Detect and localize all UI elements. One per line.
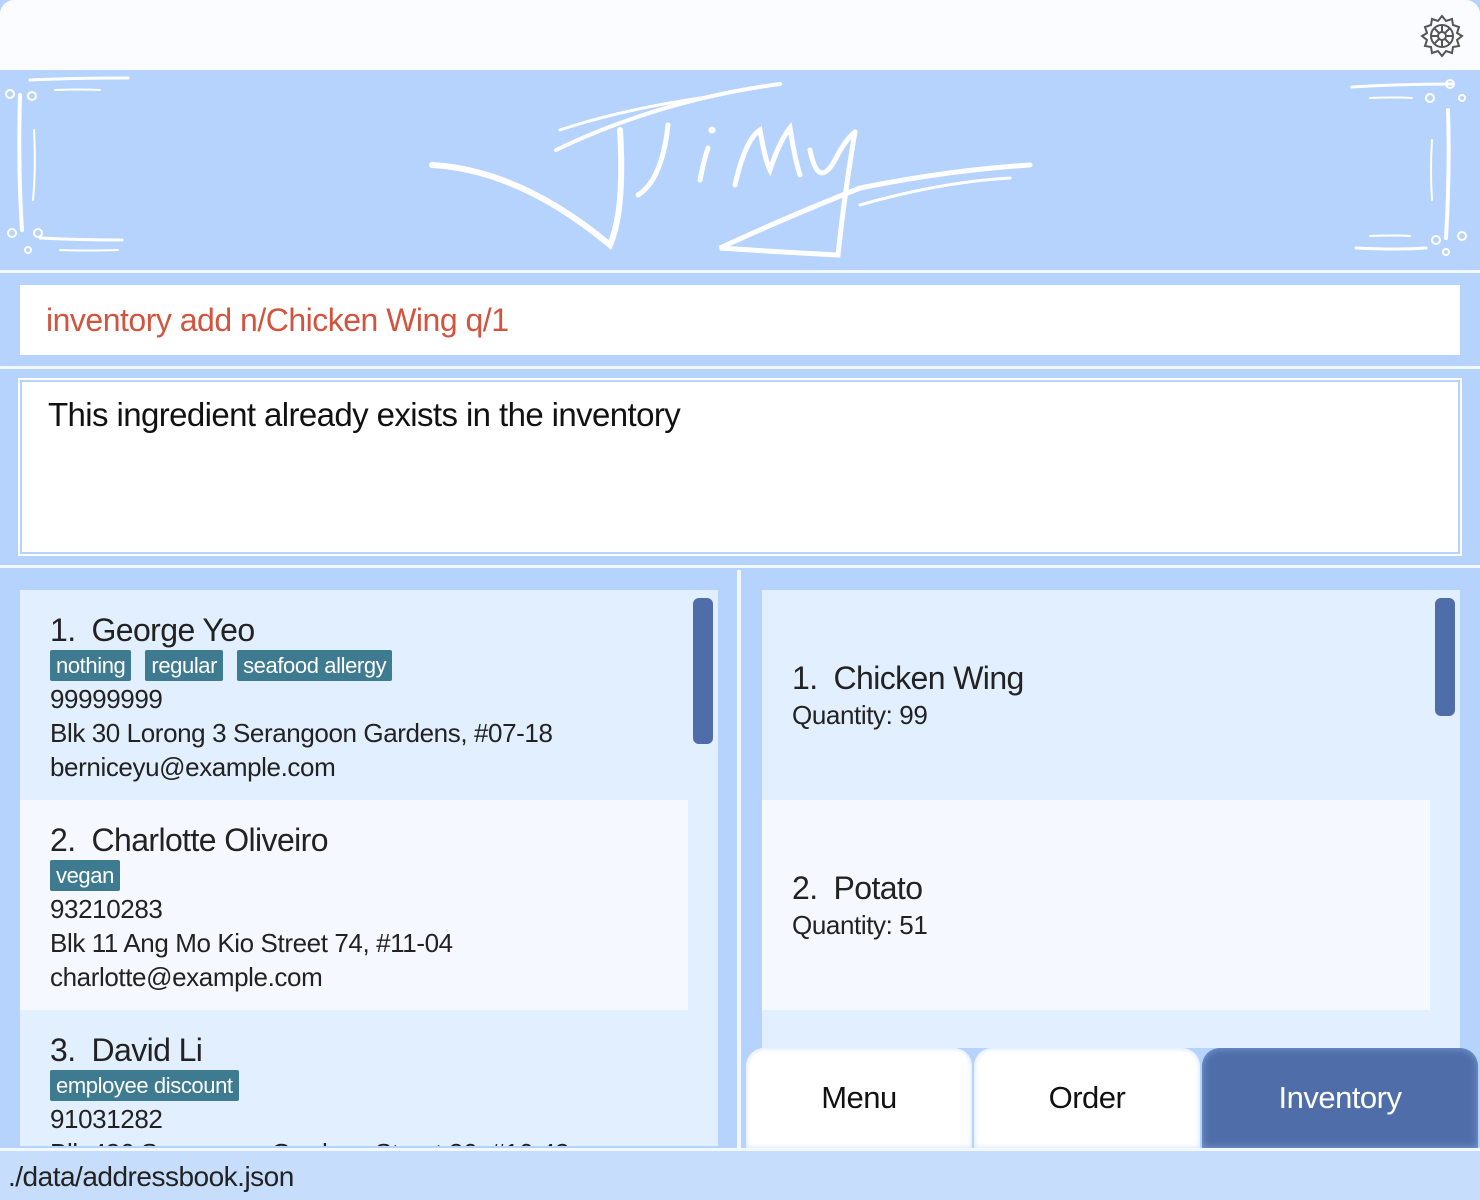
customer-name: Charlotte Oliveiro (91, 822, 329, 858)
customer-tag: vegan (50, 860, 120, 891)
status-bar: ./data/addressbook.json (0, 1148, 1480, 1200)
customer-email: charlotte@example.com (50, 962, 323, 992)
panel-divider (737, 570, 741, 1148)
customer-phone: 91031282 (50, 1104, 163, 1134)
divider (0, 366, 1480, 369)
tab-menu[interactable]: Menu (746, 1048, 972, 1148)
scroll-thumb[interactable] (1435, 598, 1455, 716)
inventory-card[interactable] (762, 1010, 1430, 1048)
logo-banner (0, 70, 1480, 270)
gear-icon (1420, 14, 1464, 58)
customer-address: Blk 11 Ang Mo Kio Street 74, #11-04 (50, 928, 453, 958)
divider (0, 270, 1480, 273)
customer-tag: nothing (50, 650, 132, 681)
customer-tag: employee discount (50, 1070, 239, 1101)
customer-index: 1. (50, 612, 76, 648)
inventory-list-scrollbar[interactable] (1430, 590, 1460, 1048)
result-display[interactable]: This ingredient already exists in the in… (18, 378, 1462, 556)
customer-name: David Li (91, 1032, 203, 1068)
command-input[interactable] (20, 285, 1460, 355)
customer-address: Blk 30 Lorong 3 Serangoon Gardens, #07-1… (50, 718, 553, 748)
inventory-name: Chicken Wing (833, 660, 1025, 696)
save-file-path: ./data/addressbook.json (8, 1161, 294, 1192)
customer-email: berniceyu@example.com (50, 752, 336, 782)
customer-index: 2. (50, 822, 76, 858)
customer-name: George Yeo (91, 612, 256, 648)
customer-card[interactable]: 3. David Li employee discount 91031282 Bl… (20, 1010, 688, 1146)
customer-tag: regular (145, 650, 224, 681)
tab-inventory[interactable]: Inventory (1202, 1048, 1478, 1148)
scroll-thumb[interactable] (693, 598, 713, 744)
inventory-card[interactable]: 2. Potato Quantity: 51 (762, 800, 1430, 1010)
inventory-index: 1. (792, 660, 818, 696)
inventory-quantity: Quantity: 51 (792, 910, 928, 940)
customer-phone: 99999999 (50, 684, 163, 714)
customer-index: 3. (50, 1032, 76, 1068)
title-bar (0, 0, 1480, 70)
logo-graphic (5, 76, 1467, 258)
customer-list-panel[interactable]: 1. George Yeo nothing regular seafood all… (20, 590, 718, 1146)
inventory-list-panel[interactable]: 1. Chicken Wing Quantity: 99 2. Potato Qua… (762, 590, 1460, 1048)
customer-card[interactable]: 1. George Yeo nothing regular seafood all… (20, 590, 688, 800)
settings-button[interactable] (1418, 12, 1466, 60)
customer-list-scrollbar[interactable] (688, 590, 718, 1146)
divider (0, 565, 1480, 568)
inventory-quantity: Quantity: 99 (792, 700, 928, 730)
inventory-card[interactable]: 1. Chicken Wing Quantity: 99 (762, 590, 1430, 800)
customer-address: Blk 436 Serangoon Gardens Street 26, #16… (50, 1136, 658, 1146)
inventory-name: Potato (833, 870, 924, 906)
inventory-index: 2. (792, 870, 818, 906)
customer-phone: 93210283 (50, 894, 163, 924)
tab-order[interactable]: Order (974, 1048, 1200, 1148)
customer-card[interactable]: 2. Charlotte Oliveiro vegan 93210283 Blk … (20, 800, 688, 1010)
result-message: This ingredient already exists in the in… (48, 396, 681, 433)
customer-tag: seafood allergy (237, 650, 393, 681)
tab-bar: Menu Order Inventory (746, 1048, 1480, 1148)
